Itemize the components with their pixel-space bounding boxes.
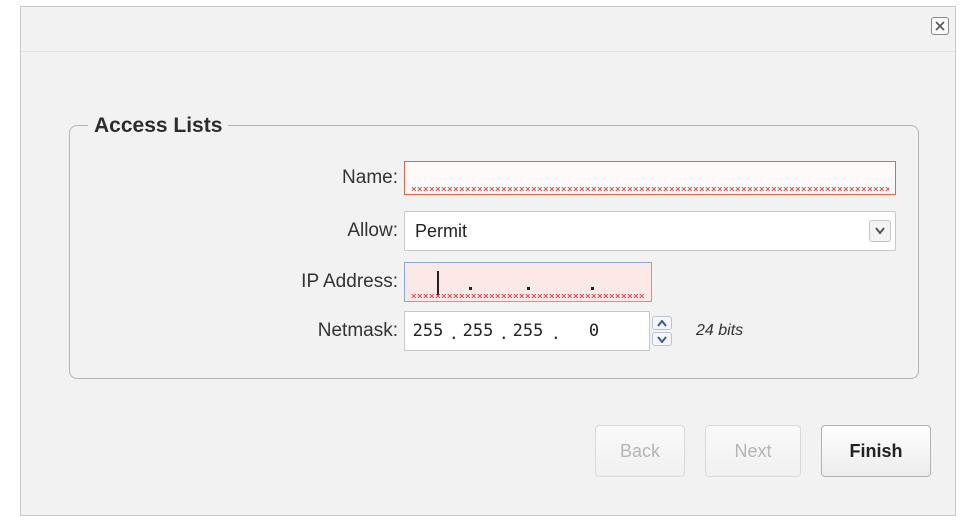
- close-icon: [935, 21, 945, 31]
- netmask-input[interactable]: 255 . 255 . 255 . 0: [404, 311, 650, 351]
- netmask-spinner: [652, 316, 672, 346]
- netmask-octet-3[interactable]: 255: [511, 312, 545, 350]
- chevron-down-icon: [875, 227, 885, 235]
- chevron-down-icon: [657, 336, 667, 343]
- spellcheck-underline: [411, 187, 889, 191]
- name-input[interactable]: [404, 161, 896, 195]
- access-list-dialog: Access Lists Name: Allow: Permit IP Addr…: [20, 6, 956, 516]
- back-button[interactable]: Back: [595, 425, 685, 477]
- access-lists-fieldset: Access Lists Name: Allow: Permit IP Addr…: [69, 114, 919, 379]
- allow-label: Allow:: [347, 220, 398, 241]
- ip-dot-separator: [469, 287, 472, 290]
- section-title: Access Lists: [88, 114, 229, 138]
- netmask-bits-label: 24 bits: [696, 322, 744, 339]
- netmask-octet-1[interactable]: 255: [411, 312, 445, 350]
- netmask-label: Netmask:: [317, 320, 398, 341]
- name-label: Name:: [342, 167, 398, 188]
- next-button[interactable]: Next: [705, 425, 801, 477]
- chevron-up-icon: [657, 320, 667, 327]
- spellcheck-underline: [411, 294, 645, 298]
- close-button[interactable]: [931, 17, 949, 35]
- netmask-dot-separator: .: [499, 324, 509, 343]
- text-cursor: [437, 271, 439, 295]
- netmask-dot-separator: .: [449, 324, 459, 343]
- dropdown-button[interactable]: [869, 220, 891, 242]
- ip-dot-separator: [591, 287, 594, 290]
- dialog-titlebar: [21, 7, 955, 52]
- netmask-octet-2[interactable]: 255: [461, 312, 495, 350]
- netmask-increment-button[interactable]: [652, 316, 672, 330]
- netmask-dot-separator: .: [551, 324, 561, 343]
- ip-address-input[interactable]: [404, 262, 652, 302]
- allow-select-value: Permit: [415, 221, 468, 241]
- ip-dot-separator: [527, 287, 530, 290]
- finish-button[interactable]: Finish: [821, 425, 931, 477]
- netmask-decrement-button[interactable]: [652, 332, 672, 346]
- allow-select[interactable]: Permit: [404, 211, 896, 251]
- ip-address-label: IP Address:: [301, 271, 398, 292]
- netmask-octet-4[interactable]: 0: [577, 312, 611, 350]
